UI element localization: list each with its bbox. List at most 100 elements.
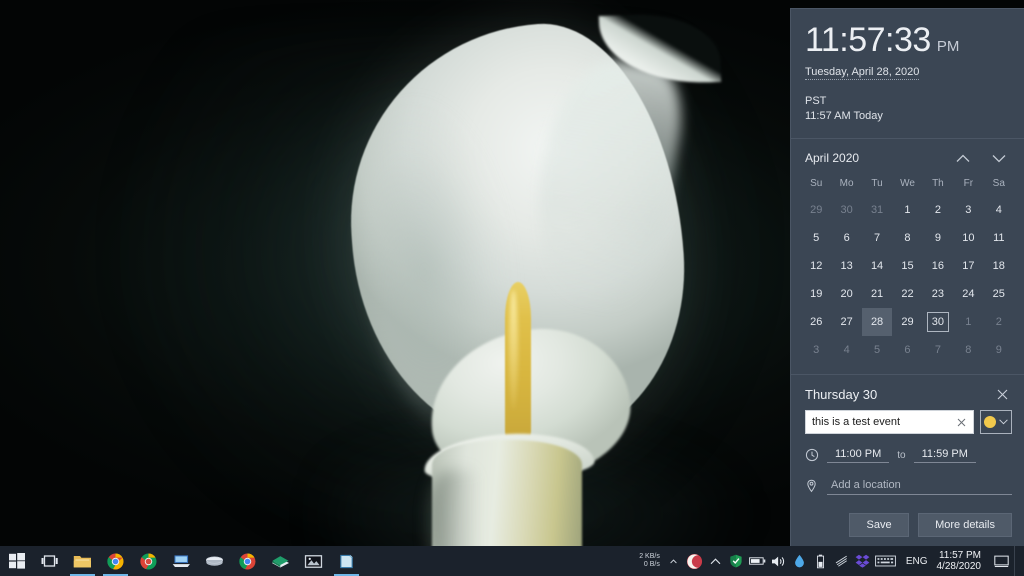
calendar-day[interactable]: 6 bbox=[892, 336, 922, 364]
calendar-day[interactable]: 9 bbox=[923, 224, 953, 252]
crescent-moon-icon[interactable] bbox=[684, 553, 705, 570]
calendar-day[interactable]: 14 bbox=[862, 252, 892, 280]
event-location-row: Add a location bbox=[791, 463, 1024, 495]
current-time-ampm: PM bbox=[936, 38, 960, 55]
keyboard-icon[interactable] bbox=[873, 555, 899, 567]
event-title-field-wrap[interactable] bbox=[805, 410, 974, 434]
network-speed-indicator[interactable]: 2 KB/s 0 B/s bbox=[639, 553, 663, 569]
event-start-time[interactable]: 11:00 PM bbox=[827, 447, 890, 463]
chevron-down-icon[interactable] bbox=[988, 149, 1010, 167]
calendar-weekday: Su bbox=[810, 178, 823, 189]
calendar-day[interactable]: 30 bbox=[831, 196, 861, 224]
calendar-day[interactable]: 24 bbox=[953, 280, 983, 308]
calendar-day[interactable]: 18 bbox=[984, 252, 1014, 280]
calendar-day[interactable]: 16 bbox=[923, 252, 953, 280]
calendar-nav-group bbox=[952, 149, 1010, 167]
calendar-day[interactable]: 5 bbox=[801, 224, 831, 252]
shield-green-icon[interactable] bbox=[726, 554, 747, 568]
event-title-input[interactable] bbox=[812, 412, 954, 432]
calendar-day[interactable]: 1 bbox=[953, 308, 983, 336]
calendar-day[interactable]: 30 bbox=[923, 308, 953, 336]
calendar-day[interactable]: 11 bbox=[984, 224, 1014, 252]
disk-drive-icon[interactable] bbox=[198, 546, 231, 576]
calendar-day[interactable]: 19 bbox=[801, 280, 831, 308]
calendar-week-row: 12 13 14 15 16 17 18 bbox=[801, 252, 1014, 280]
battery-vertical-icon[interactable] bbox=[810, 554, 831, 569]
calendar-day[interactable]: 6 bbox=[831, 224, 861, 252]
calendar-day[interactable]: 5 bbox=[862, 336, 892, 364]
volume-icon[interactable] bbox=[768, 555, 789, 568]
calendar-day[interactable]: 27 bbox=[831, 308, 861, 336]
google-chrome-icon[interactable] bbox=[231, 546, 264, 576]
calendar-day[interactable]: 2 bbox=[984, 308, 1014, 336]
lily-spadix-highlight bbox=[509, 290, 518, 410]
calendar-week-row: 5 6 7 8 9 10 11 bbox=[801, 224, 1014, 252]
taskbar-clock[interactable]: 11:57 PM 4/28/2020 bbox=[935, 550, 989, 572]
event-editor-header: Thursday 30 bbox=[791, 375, 1024, 410]
google-chrome-icon[interactable] bbox=[132, 546, 165, 576]
calendar-day[interactable]: 3 bbox=[953, 196, 983, 224]
calendar-day[interactable]: 23 bbox=[923, 280, 953, 308]
chevron-down-icon bbox=[999, 419, 1008, 425]
event-location-input[interactable]: Add a location bbox=[827, 477, 1012, 495]
dropbox-icon[interactable] bbox=[852, 554, 873, 568]
remote-desktop-icon[interactable] bbox=[165, 546, 198, 576]
calendar-weekday: We bbox=[900, 178, 915, 189]
calendar-day[interactable]: 25 bbox=[984, 280, 1014, 308]
calendar-day[interactable]: 9 bbox=[984, 336, 1014, 364]
task-view-icon[interactable] bbox=[33, 546, 66, 576]
calendar-day[interactable]: 31 bbox=[862, 196, 892, 224]
wifi-icon[interactable] bbox=[831, 555, 852, 567]
event-time-to-label: to bbox=[897, 449, 906, 461]
calendar-day[interactable]: 15 bbox=[892, 252, 922, 280]
calendar-day[interactable]: 1 bbox=[892, 196, 922, 224]
calendar-day[interactable]: 10 bbox=[953, 224, 983, 252]
clear-icon[interactable] bbox=[954, 418, 969, 427]
calendar-day[interactable]: 8 bbox=[953, 336, 983, 364]
calendar-weekday: Th bbox=[932, 178, 944, 189]
event-color-picker[interactable] bbox=[980, 410, 1012, 434]
save-button[interactable]: Save bbox=[849, 513, 910, 537]
calendar-day[interactable]: 12 bbox=[801, 252, 831, 280]
calendar-month-title[interactable]: April 2020 bbox=[805, 151, 859, 165]
calendar-day[interactable]: 13 bbox=[831, 252, 861, 280]
close-icon[interactable] bbox=[993, 387, 1012, 402]
action-center-icon[interactable] bbox=[988, 555, 1014, 568]
calendar-day[interactable]: 29 bbox=[801, 196, 831, 224]
chevron-up-icon-small[interactable] bbox=[663, 558, 684, 564]
calendar-day[interactable]: 17 bbox=[953, 252, 983, 280]
windows-start-icon[interactable] bbox=[0, 546, 33, 576]
calendar-day[interactable]: 7 bbox=[862, 224, 892, 252]
current-date-link[interactable]: Tuesday, April 28, 2020 bbox=[805, 66, 920, 80]
calendar-day[interactable]: 28 bbox=[861, 308, 893, 336]
calendar-week-row: 3456789 bbox=[801, 336, 1014, 364]
calendar-day[interactable]: 22 bbox=[892, 280, 922, 308]
taskbar-clock-time: 11:57 PM bbox=[938, 550, 981, 561]
event-end-time[interactable]: 11:59 PM bbox=[913, 447, 976, 463]
show-desktop-button[interactable] bbox=[1014, 546, 1024, 576]
event-day-heading: Thursday 30 bbox=[805, 387, 878, 402]
calendar-day[interactable]: 29 bbox=[892, 308, 922, 336]
google-chrome-icon[interactable] bbox=[99, 546, 132, 576]
photos-icon[interactable] bbox=[297, 546, 330, 576]
calendar-day[interactable]: 4 bbox=[831, 336, 861, 364]
input-language-indicator[interactable]: ENG bbox=[899, 556, 935, 567]
calendar-weekday: Fr bbox=[963, 178, 974, 189]
more-details-button[interactable]: More details bbox=[918, 513, 1012, 537]
clock-icon bbox=[805, 448, 819, 462]
books-icon[interactable] bbox=[264, 546, 297, 576]
notes-app-icon[interactable] bbox=[330, 546, 363, 576]
chevron-up-icon[interactable] bbox=[952, 149, 974, 167]
calendar-day[interactable]: 2 bbox=[923, 196, 953, 224]
calendar-day[interactable]: 4 bbox=[984, 196, 1014, 224]
calendar-day[interactable]: 8 bbox=[892, 224, 922, 252]
calendar-day[interactable]: 26 bbox=[801, 308, 831, 336]
calendar-day[interactable]: 20 bbox=[831, 280, 861, 308]
water-drop-icon[interactable] bbox=[789, 554, 810, 568]
battery-icon[interactable] bbox=[747, 556, 768, 566]
calendar-day[interactable]: 3 bbox=[801, 336, 831, 364]
calendar-day[interactable]: 21 bbox=[862, 280, 892, 308]
calendar-day[interactable]: 7 bbox=[923, 336, 953, 364]
chevron-up-icon[interactable] bbox=[705, 557, 726, 565]
file-explorer-icon[interactable] bbox=[66, 546, 99, 576]
